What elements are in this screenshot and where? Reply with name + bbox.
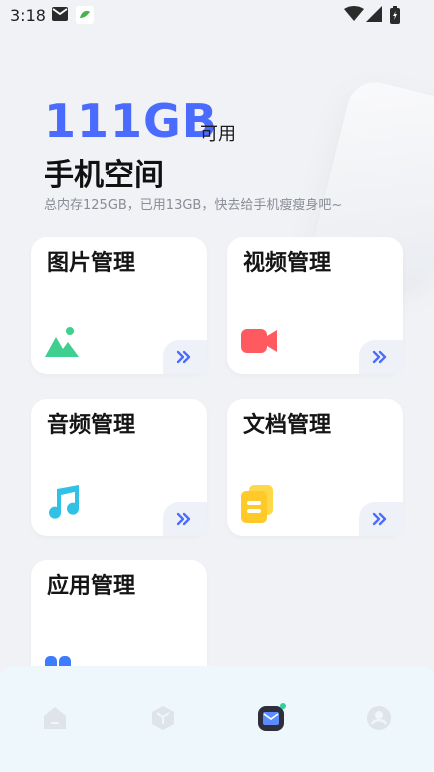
- home-icon: [44, 707, 66, 729]
- nav-home[interactable]: [41, 704, 69, 732]
- document-manager-card[interactable]: 文档管理: [227, 399, 403, 536]
- video-manager-arrow-button[interactable]: [359, 340, 403, 374]
- cube-icon: [152, 706, 174, 730]
- image-manager-card[interactable]: 图片管理: [31, 237, 207, 374]
- card-title: 应用管理: [47, 574, 136, 599]
- card-title: 音频管理: [47, 413, 136, 438]
- app-notification-icon: [76, 6, 94, 28]
- wifi-icon: [344, 6, 364, 26]
- storage-available-value: 111GB: [44, 94, 218, 148]
- nav-cleaner[interactable]: [257, 703, 287, 733]
- audio-manager-card[interactable]: 音频管理: [31, 399, 207, 536]
- bottom-navigation: [0, 666, 434, 772]
- double-chevron-right-icon: [176, 512, 191, 526]
- cleaner-icon: [258, 703, 286, 731]
- status-time: 3:18: [10, 6, 46, 25]
- audio-manager-arrow-button[interactable]: [163, 502, 207, 536]
- document-icon: [239, 485, 277, 523]
- card-title: 图片管理: [47, 251, 136, 276]
- signal-icon: [366, 6, 382, 26]
- double-chevron-right-icon: [372, 512, 387, 526]
- video-icon: [239, 323, 277, 361]
- status-bar: 3:18: [0, 0, 434, 30]
- card-title: 文档管理: [243, 413, 332, 438]
- nav-profile[interactable]: [365, 704, 393, 732]
- mail-notification-icon: [51, 6, 69, 26]
- video-manager-card[interactable]: 视频管理: [227, 237, 403, 374]
- storage-available-label: 可用: [200, 124, 236, 145]
- image-manager-arrow-button[interactable]: [163, 340, 207, 374]
- battery-icon: [390, 6, 400, 28]
- page-title: 手机空间: [44, 158, 164, 193]
- image-icon: [43, 323, 81, 361]
- nav-cube[interactable]: [149, 704, 177, 732]
- music-icon: [43, 485, 81, 523]
- profile-icon: [367, 706, 391, 730]
- double-chevron-right-icon: [176, 350, 191, 364]
- double-chevron-right-icon: [372, 350, 387, 364]
- document-manager-arrow-button[interactable]: [359, 502, 403, 536]
- storage-summary: 总内存125GB，已用13GB，快去给手机瘦瘦身吧~: [44, 198, 343, 213]
- card-title: 视频管理: [243, 251, 332, 276]
